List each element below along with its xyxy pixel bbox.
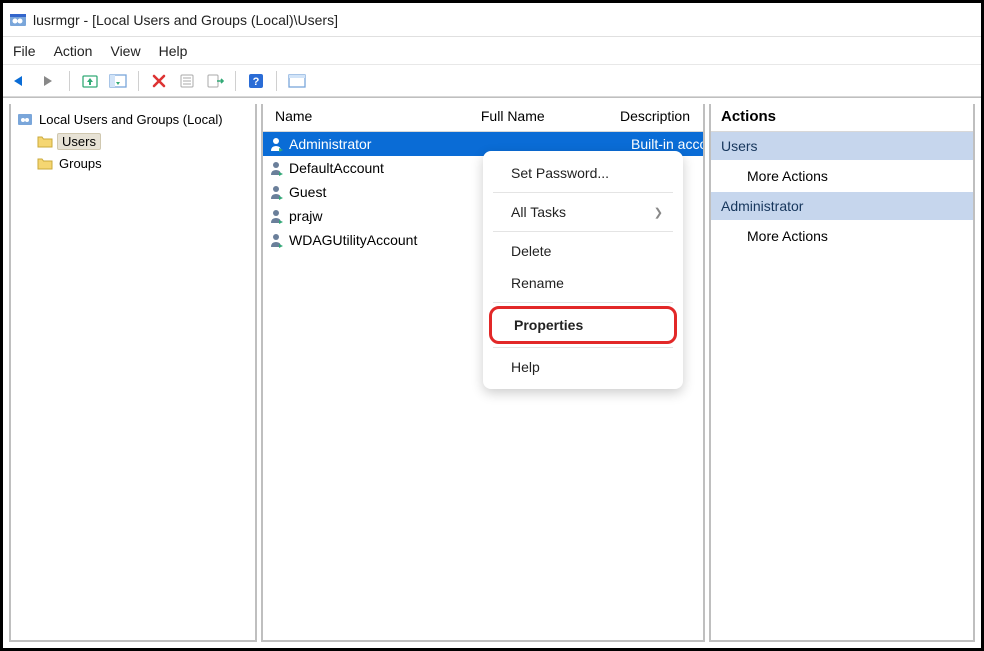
export-list-icon[interactable] bbox=[203, 69, 227, 93]
app-icon bbox=[9, 11, 27, 29]
context-divider bbox=[493, 302, 673, 303]
user-icon bbox=[269, 232, 285, 248]
cell-name: prajw bbox=[263, 208, 483, 224]
context-divider bbox=[493, 192, 673, 193]
cell-description: Built-in acco bbox=[631, 136, 703, 152]
col-header-name[interactable]: Name bbox=[263, 104, 469, 131]
up-icon[interactable] bbox=[78, 69, 102, 93]
menu-action[interactable]: Action bbox=[54, 43, 93, 59]
user-name-label: Guest bbox=[289, 184, 326, 200]
context-set-password[interactable]: Set Password... bbox=[483, 157, 683, 189]
menu-help[interactable]: Help bbox=[159, 43, 188, 59]
menu-file[interactable]: File bbox=[13, 43, 36, 59]
cell-name: WDAGUtilityAccount bbox=[263, 232, 483, 248]
actions-more-administrator[interactable]: More Actions bbox=[711, 220, 973, 252]
user-name-label: WDAGUtilityAccount bbox=[289, 232, 417, 248]
context-delete-label: Delete bbox=[511, 243, 551, 259]
context-rename-label: Rename bbox=[511, 275, 564, 291]
tree-root[interactable]: Local Users and Groups (Local) bbox=[17, 108, 249, 130]
col-header-description[interactable]: Description bbox=[608, 104, 703, 131]
tree-node-groups[interactable]: Groups bbox=[17, 152, 249, 174]
properties-window-icon[interactable] bbox=[285, 69, 309, 93]
context-delete[interactable]: Delete bbox=[483, 235, 683, 267]
actions-header: Actions bbox=[711, 104, 973, 132]
forward-icon[interactable] bbox=[37, 69, 61, 93]
show-hide-tree-icon[interactable] bbox=[106, 69, 130, 93]
folder-icon bbox=[37, 156, 53, 170]
user-name-label: Administrator bbox=[289, 136, 371, 152]
users-groups-icon bbox=[17, 111, 33, 127]
delete-icon[interactable] bbox=[147, 69, 171, 93]
col-header-fullname[interactable]: Full Name bbox=[469, 104, 608, 131]
toolbar-separator bbox=[276, 71, 277, 91]
folder-icon bbox=[37, 134, 53, 148]
tree-groups-label: Groups bbox=[57, 155, 104, 172]
toolbar-separator bbox=[69, 71, 70, 91]
right-actions-pane: Actions Users More Actions Administrator… bbox=[709, 104, 975, 642]
actions-group-administrator[interactable]: Administrator bbox=[711, 192, 973, 220]
cell-name: DefaultAccount bbox=[263, 160, 483, 176]
user-icon bbox=[269, 208, 285, 224]
toolbar-separator bbox=[138, 71, 139, 91]
toolbar: ? bbox=[3, 65, 981, 97]
menu-bar: File Action View Help bbox=[3, 37, 981, 65]
context-properties-label: Properties bbox=[514, 317, 583, 333]
cell-name: Guest bbox=[263, 184, 483, 200]
tree-node-users[interactable]: Users bbox=[17, 130, 249, 152]
left-tree-pane[interactable]: Local Users and Groups (Local) Users Gro… bbox=[9, 104, 257, 642]
list-header: Name Full Name Description bbox=[263, 104, 703, 132]
title-bar: lusrmgr - [Local Users and Groups (Local… bbox=[3, 3, 981, 37]
user-icon bbox=[269, 160, 285, 176]
context-all-tasks[interactable]: All Tasks ❯ bbox=[483, 196, 683, 228]
user-icon bbox=[269, 184, 285, 200]
chevron-right-icon: ❯ bbox=[654, 206, 663, 219]
context-menu: Set Password... All Tasks ❯ Delete Renam… bbox=[483, 151, 683, 389]
context-rename[interactable]: Rename bbox=[483, 267, 683, 299]
context-set-password-label: Set Password... bbox=[511, 165, 609, 181]
context-all-tasks-label: All Tasks bbox=[511, 204, 566, 220]
menu-view[interactable]: View bbox=[110, 43, 140, 59]
refresh-icon[interactable] bbox=[175, 69, 199, 93]
context-divider bbox=[493, 347, 673, 348]
context-help-label: Help bbox=[511, 359, 540, 375]
tree: Local Users and Groups (Local) Users Gro… bbox=[11, 104, 255, 178]
context-properties[interactable]: Properties bbox=[489, 306, 677, 344]
svg-text:?: ? bbox=[253, 76, 260, 88]
tree-root-label: Local Users and Groups (Local) bbox=[37, 111, 225, 128]
user-icon bbox=[269, 136, 285, 152]
window-title: lusrmgr - [Local Users and Groups (Local… bbox=[33, 12, 338, 28]
user-name-label: prajw bbox=[289, 208, 322, 224]
back-icon[interactable] bbox=[9, 69, 33, 93]
tree-users-label: Users bbox=[57, 133, 101, 150]
cell-name: Administrator bbox=[263, 136, 483, 152]
context-help[interactable]: Help bbox=[483, 351, 683, 383]
actions-group-users[interactable]: Users bbox=[711, 132, 973, 160]
help-icon[interactable]: ? bbox=[244, 69, 268, 93]
toolbar-separator bbox=[235, 71, 236, 91]
user-name-label: DefaultAccount bbox=[289, 160, 384, 176]
context-divider bbox=[493, 231, 673, 232]
actions-more-users[interactable]: More Actions bbox=[711, 160, 973, 192]
